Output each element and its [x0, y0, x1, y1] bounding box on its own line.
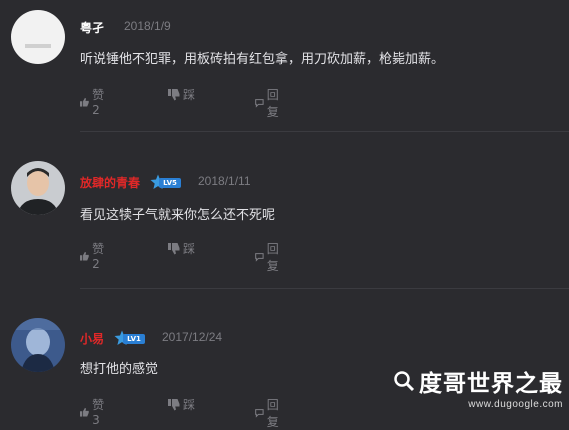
like-label: 赞3 — [92, 398, 105, 427]
comment-text: 想打他的感觉 — [80, 362, 159, 377]
reply-icon — [255, 409, 264, 418]
like-button[interactable]: 赞2 — [80, 86, 107, 117]
reply-label: 回复 — [266, 242, 279, 273]
reply-icon — [255, 253, 264, 262]
reply-button[interactable]: 回复 — [255, 240, 283, 274]
avatar[interactable] — [11, 10, 65, 64]
reply-button[interactable]: 回复 — [255, 396, 283, 430]
comment-date: 2018/1/11 — [198, 174, 251, 188]
watermark-url: www.dugoogle.com — [468, 399, 563, 410]
dislike-label: 踩 — [183, 242, 196, 256]
watermark: 度哥世界之最 www.dugoogle.com — [393, 364, 563, 410]
watermark-title: 度哥世界之最 — [419, 371, 563, 397]
reply-label: 回复 — [266, 88, 279, 119]
reply-label: 回复 — [266, 398, 279, 429]
username[interactable]: 放肆的青春 — [80, 174, 140, 191]
dislike-button[interactable]: 踩 — [168, 396, 195, 413]
level-text: LV1 — [123, 334, 145, 344]
thumbs-down-icon — [168, 398, 180, 410]
like-label: 赞2 — [92, 88, 105, 117]
divider — [80, 131, 569, 132]
divider — [80, 288, 569, 289]
thumbs-down-icon — [168, 242, 180, 254]
thumbs-up-icon — [80, 97, 89, 107]
magnifier-logo-icon — [394, 371, 415, 392]
avatar[interactable] — [11, 318, 65, 372]
like-button[interactable]: 赞2 — [80, 240, 107, 271]
username[interactable]: 小易 — [80, 330, 104, 347]
username[interactable]: 粤孑 — [80, 19, 104, 36]
thumbs-up-icon — [80, 251, 89, 261]
level-badge: LV5 — [150, 174, 182, 190]
dislike-button[interactable]: 踩 — [168, 240, 195, 257]
comment-text: 看见这犊子气就来你怎么还不死呢 — [80, 208, 276, 223]
level-badge: LV1 — [114, 330, 146, 346]
thumbs-down-icon — [168, 88, 180, 100]
like-label: 赞2 — [92, 242, 105, 271]
reply-icon — [255, 99, 264, 108]
dislike-label: 踩 — [183, 88, 196, 102]
dislike-label: 踩 — [183, 398, 196, 412]
avatar[interactable] — [11, 161, 65, 215]
reply-button[interactable]: 回复 — [255, 86, 283, 120]
comment-text: 听说锤他不犯罪，用板砖拍有红包拿，用刀砍加薪，枪毙加薪。 — [80, 52, 445, 67]
comment-date: 2018/1/9 — [124, 19, 171, 33]
like-button[interactable]: 赞3 — [80, 396, 107, 427]
comment-date: 2017/12/24 — [162, 330, 223, 344]
dislike-button[interactable]: 踩 — [168, 86, 195, 103]
level-text: LV5 — [159, 178, 181, 188]
